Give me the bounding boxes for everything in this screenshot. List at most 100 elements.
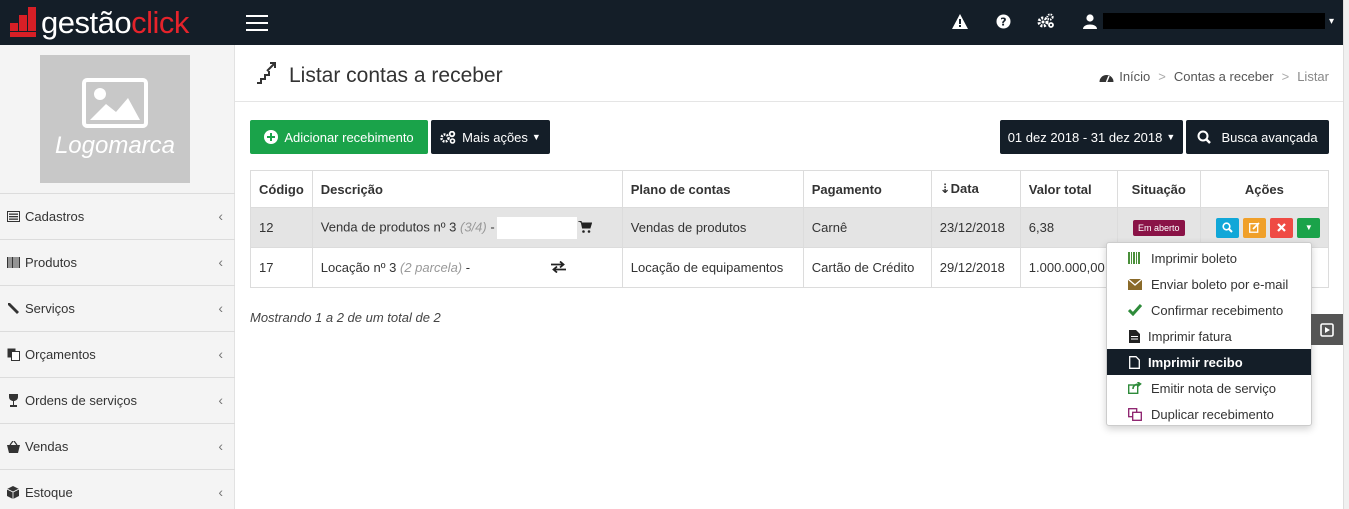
sidebar-item-orcamentos[interactable]: Orçamentos ‹: [0, 331, 235, 377]
sort-down-icon: ⇣: [939, 181, 951, 196]
help-icon[interactable]: ?: [994, 12, 1012, 30]
view-button[interactable]: [1216, 217, 1240, 238]
col-valor-total[interactable]: Valor total: [1019, 170, 1118, 208]
share-icon: [1127, 381, 1142, 396]
breadcrumb: Início > Contas a receber > Listar: [1099, 69, 1329, 84]
menu-item-duplicate[interactable]: Duplicar recebimento: [1107, 401, 1311, 427]
chevron-left-icon: ‹: [218, 484, 223, 500]
breadcrumb-current: Listar: [1297, 69, 1329, 84]
sidebar-item-label: Ordens de serviços: [25, 393, 137, 408]
row-actions-dropdown: Imprimir boleto Enviar boleto por e-mail…: [1106, 242, 1312, 426]
cube-icon: [6, 486, 20, 500]
wine-icon: [6, 394, 20, 408]
sidebar-item-vendas[interactable]: Vendas ‹: [0, 423, 235, 469]
menu-item-print-receipt[interactable]: Imprimir recibo: [1107, 349, 1311, 375]
page-title: Listar contas a receber: [289, 64, 503, 87]
col-situacao[interactable]: Situação: [1116, 170, 1201, 208]
brand-logo-mark: [10, 7, 38, 37]
col-plano-contas[interactable]: Plano de contas: [621, 170, 804, 208]
file-icon: [1127, 329, 1142, 344]
image-icon: [82, 78, 148, 128]
user-name-redacted: [1103, 13, 1325, 29]
dropdown-toggle-button[interactable]: ▼: [1297, 217, 1321, 238]
sidebar-item-label: Produtos: [25, 255, 78, 270]
brand-logo[interactable]: gestãoclick: [10, 4, 189, 40]
advanced-search-button[interactable]: Busca avançada: [1186, 120, 1329, 154]
col-codigo[interactable]: Código: [250, 170, 313, 208]
close-icon: [1277, 223, 1287, 232]
chevron-down-icon: ▼: [1304, 223, 1313, 232]
barcode-icon: [1127, 251, 1142, 266]
chevron-left-icon: ‹: [218, 208, 223, 224]
more-actions-button[interactable]: Mais ações ▼: [431, 120, 550, 154]
plus-circle-icon: [264, 130, 279, 144]
col-data[interactable]: ⇣Data: [930, 170, 1021, 208]
chevron-left-icon: ‹: [218, 254, 223, 270]
company-logo-placeholder: Logomarca: [40, 55, 190, 183]
chevron-left-icon: ‹: [218, 300, 223, 316]
menu-item-confirm-receipt[interactable]: Confirmar recebimento: [1107, 297, 1311, 323]
menu-item-email-boleto[interactable]: Enviar boleto por e-mail: [1107, 271, 1311, 297]
sidebar-item-ordens-servicos[interactable]: Ordens de serviços ‹: [0, 377, 235, 423]
sidebar-item-label: Estoque: [25, 485, 73, 500]
menu-item-print-boleto[interactable]: Imprimir boleto: [1107, 245, 1311, 271]
search-icon: [1197, 130, 1212, 144]
file-outline-icon: [1127, 355, 1142, 370]
table-footer-count: Mostrando 1 a 2 de um total de 2: [250, 310, 441, 325]
chevron-down-icon: ▾: [1329, 15, 1335, 27]
search-icon: [1222, 222, 1234, 233]
brand-logo-text: gestãoclick: [41, 4, 189, 40]
breadcrumb-contas-receber[interactable]: Contas a receber: [1174, 69, 1274, 84]
logo-placeholder-text: Logomarca: [54, 132, 176, 159]
edit-icon: [1249, 222, 1261, 233]
wrench-icon: [6, 302, 20, 316]
envelope-icon: [1127, 277, 1142, 292]
dashboard-icon: [1099, 74, 1114, 82]
menu-toggle-icon[interactable]: [246, 12, 268, 31]
cart-icon: [577, 220, 592, 236]
warning-icon[interactable]: [951, 12, 969, 30]
user-icon: [1083, 13, 1097, 29]
chevron-left-icon: ‹: [218, 438, 223, 454]
menu-item-issue-service-note[interactable]: Emitir nota de serviço: [1107, 375, 1311, 401]
col-acoes: Ações: [1199, 170, 1330, 208]
exchange-icon: [550, 260, 566, 276]
sidebar-item-produtos[interactable]: Produtos ‹: [0, 239, 235, 285]
chevron-down-icon: ▼: [531, 132, 541, 142]
sidebar-item-label: Orçamentos: [25, 347, 96, 362]
date-range-button[interactable]: 01 dez 2018 - 31 dez 2018 ▼: [1000, 120, 1183, 154]
list-icon: [6, 210, 20, 224]
stairs-icon: [257, 62, 276, 84]
settings-icon[interactable]: [1037, 12, 1055, 30]
sidebar-item-label: Serviços: [25, 301, 75, 316]
duplicate-icon: [1127, 407, 1142, 422]
feedback-widget-button[interactable]: [1311, 314, 1343, 345]
chevron-left-icon: ‹: [218, 392, 223, 408]
table-header-row: Código Descrição Plano de contas Pagamen…: [250, 170, 1330, 208]
status-badge: Em aberto: [1133, 220, 1185, 236]
edit-button[interactable]: [1243, 217, 1267, 238]
sidebar-item-estoque[interactable]: Estoque ‹: [0, 469, 235, 509]
client-name-redacted: [496, 216, 577, 239]
basket-icon: [6, 440, 20, 454]
check-icon: [1127, 303, 1142, 318]
page-scrollbar[interactable]: [1343, 0, 1349, 509]
add-receivable-button[interactable]: Adicionar recebimento: [250, 120, 428, 154]
svg-text:?: ?: [1000, 15, 1006, 28]
user-menu[interactable]: ▾: [1083, 10, 1334, 32]
chevron-down-icon: ▼: [1166, 132, 1176, 142]
sidebar-item-servicos[interactable]: Serviços ‹: [0, 285, 235, 331]
barcode-icon: [6, 256, 20, 270]
sidebar-item-label: Cadastros: [25, 209, 85, 224]
col-descricao[interactable]: Descrição: [311, 170, 623, 208]
play-square-icon: [1320, 322, 1334, 337]
delete-button[interactable]: [1270, 217, 1294, 238]
copy-icon: [6, 348, 20, 362]
page-header: Listar contas a receber Início > Contas …: [235, 45, 1343, 102]
sidebar-item-cadastros[interactable]: Cadastros ‹: [0, 193, 235, 239]
menu-item-print-invoice[interactable]: Imprimir fatura: [1107, 323, 1311, 349]
col-pagamento[interactable]: Pagamento: [802, 170, 932, 208]
breadcrumb-home[interactable]: Início: [1119, 69, 1150, 84]
sidebar-item-label: Vendas: [25, 439, 69, 454]
sidebar: Logomarca Cadastros ‹ Produtos ‹ Serviço…: [0, 45, 235, 509]
